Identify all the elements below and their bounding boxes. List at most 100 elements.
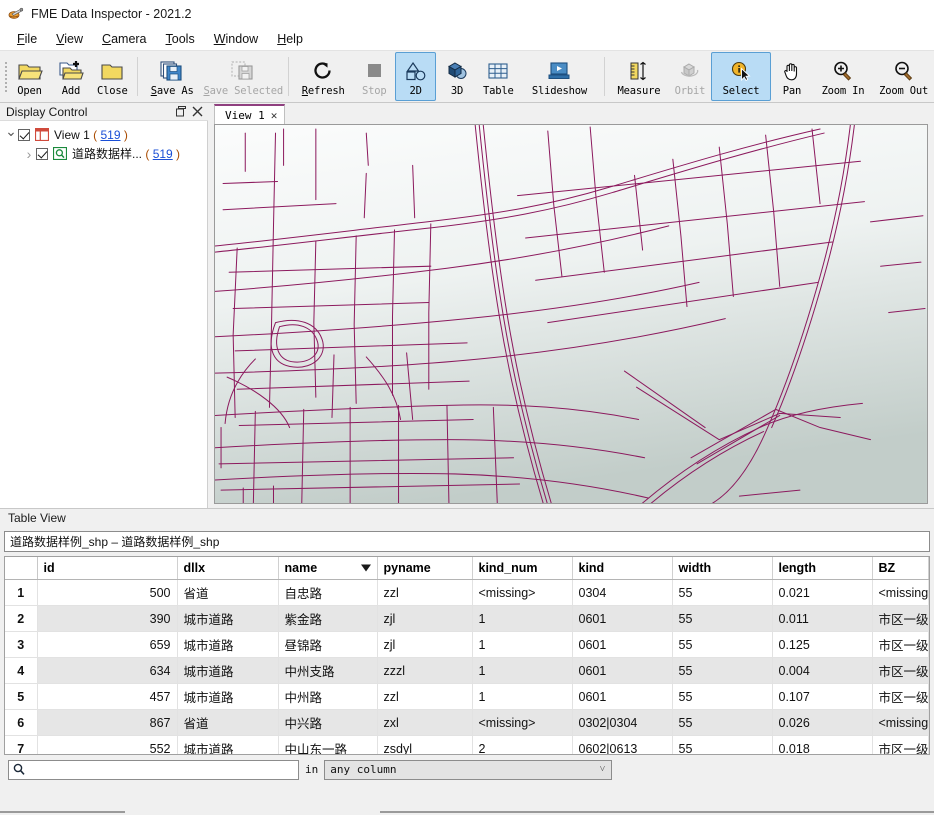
select-button-label: Select xyxy=(722,85,760,97)
chevron-right-icon[interactable] xyxy=(22,146,36,162)
pan-button[interactable]: Pan xyxy=(771,52,812,101)
search-column-select-value: any column xyxy=(330,763,397,776)
select-button[interactable]: Select xyxy=(710,52,772,101)
menu-help-rest: elp xyxy=(286,32,303,46)
view-3d-button[interactable]: 3D xyxy=(436,52,477,101)
view-tab-bar: View 1 ✕ xyxy=(208,103,934,124)
menu-camera-rest: amera xyxy=(111,32,147,46)
menu-camera[interactable]: Camera xyxy=(93,30,155,48)
table-row[interactable]: 2 390 城市道路 紫金路 zjl 1 0601 55 0.011 市区一级路 xyxy=(5,605,929,632)
search-input[interactable] xyxy=(29,761,294,778)
cell-length: 0.125 xyxy=(772,631,873,658)
tree-node-view1[interactable]: View 1 ( 519 ) xyxy=(0,125,207,144)
tab-close-icon[interactable]: ✕ xyxy=(271,109,278,122)
cell-id: 634 xyxy=(37,657,178,684)
cell-dllx: 城市道路 xyxy=(177,735,279,754)
cell-id: 390 xyxy=(37,605,178,632)
cell-bz: 市区一级路 xyxy=(872,735,929,754)
cell-width: 55 xyxy=(672,631,773,658)
col-header-pyname[interactable]: pyname xyxy=(377,557,473,580)
orbit-icon xyxy=(678,58,702,84)
cell-width: 55 xyxy=(672,605,773,632)
map-canvas[interactable] xyxy=(215,125,927,504)
tab-view-1-label: View 1 xyxy=(225,108,265,122)
table-icon xyxy=(486,58,510,84)
cell-kind: 0302|0304 xyxy=(572,709,673,736)
col-header-dllx[interactable]: dllx xyxy=(177,557,279,580)
table-row[interactable]: 1 500 省道 自忠路 zzl <missing> 0304 55 0.021… xyxy=(5,579,929,606)
menu-window-rest: indow xyxy=(225,32,259,46)
dataset-selector[interactable]: 道路数据样例_shp – 道路数据样例_shp xyxy=(4,531,930,552)
display-control-title: Display Control xyxy=(6,104,88,119)
cell-id: 867 xyxy=(37,709,178,736)
add-button[interactable]: Add xyxy=(50,52,91,101)
display-control-panel: Display Control ⌄ View 1 (519) › 道路数据样… xyxy=(0,103,208,508)
3d-icon xyxy=(445,58,469,84)
table-row[interactable]: 7 552 城市道路 中山东一路 zsdyl 2 0602|0613 55 0.… xyxy=(5,735,929,754)
view-area: View 1 ✕ xyxy=(208,103,934,508)
slideshow-button[interactable]: Slideshow xyxy=(519,52,600,101)
cell-width: 55 xyxy=(672,683,773,710)
col-header-name[interactable]: name xyxy=(278,557,378,580)
layer-checkbox[interactable] xyxy=(36,147,48,160)
layer-count-link[interactable]: 519 xyxy=(153,147,173,161)
zoom-out-icon xyxy=(892,58,916,84)
cell-dllx: 城市道路 xyxy=(177,657,279,684)
cell-kind-num: <missing> xyxy=(472,709,573,736)
tree-node-layer-count: ( 519 ) xyxy=(142,146,181,161)
add-folder-icon xyxy=(58,58,84,84)
cell-kind-num: 1 xyxy=(472,605,573,632)
close-folder-icon xyxy=(99,58,125,84)
zoom-out-button[interactable]: Zoom Out xyxy=(873,52,934,101)
menu-view[interactable]: View xyxy=(47,30,92,48)
tree-node-layer[interactable]: 道路数据样... ( 519 ) xyxy=(0,144,207,163)
table-row[interactable]: 3 659 城市道路 昼锦路 zjl 1 0601 55 0.125 市区一级路 xyxy=(5,631,929,658)
col-header-bz[interactable]: BZ xyxy=(872,557,929,580)
attribute-table: id dllx name pyname kind_num kind width … xyxy=(5,557,929,754)
save-as-button[interactable]: Save As xyxy=(142,52,203,101)
col-header-width[interactable]: width xyxy=(672,557,773,580)
col-header-kind[interactable]: kind xyxy=(572,557,673,580)
measure-button-label: Measure xyxy=(617,85,661,97)
map-canvas-container[interactable] xyxy=(214,124,928,504)
menu-help[interactable]: Help xyxy=(268,30,312,48)
search-input-wrapper[interactable] xyxy=(8,759,299,780)
col-header-id[interactable]: id xyxy=(37,557,178,580)
cell-dllx: 城市道路 xyxy=(177,631,279,658)
close-button[interactable]: Close xyxy=(92,52,133,101)
menu-window[interactable]: Window xyxy=(205,30,267,48)
chevron-down-icon[interactable] xyxy=(4,126,18,143)
cell-length: 0.026 xyxy=(772,709,873,736)
table-row[interactable]: 4 634 城市道路 中州支路 zzzl 1 0601 55 0.004 市区一… xyxy=(5,657,929,684)
view1-count-link[interactable]: 519 xyxy=(100,128,120,142)
tab-view-1[interactable]: View 1 ✕ xyxy=(214,104,286,124)
view-2d-button[interactable]: 2D xyxy=(394,52,437,101)
cell-kind-num: 1 xyxy=(472,657,573,684)
zoom-in-button[interactable]: Zoom In xyxy=(813,52,874,101)
col-header-length[interactable]: length xyxy=(772,557,873,580)
close-icon[interactable] xyxy=(189,104,205,119)
open-button[interactable]: Open xyxy=(9,52,50,101)
refresh-button[interactable]: Refresh xyxy=(293,52,354,101)
restore-window-icon[interactable] xyxy=(173,104,189,119)
pan-button-label: Pan xyxy=(782,85,802,97)
cell-kind-num: 1 xyxy=(472,683,573,710)
cell-id: 500 xyxy=(37,579,178,606)
table-row[interactable]: 5 457 城市道路 中州路 zzl 1 0601 55 0.107 市区一级路 xyxy=(5,683,929,710)
map-background xyxy=(215,125,927,503)
measure-button[interactable]: Measure xyxy=(609,52,670,101)
cell-name: 昼锦路 xyxy=(278,631,378,658)
table-button[interactable]: Table xyxy=(478,52,519,101)
search-column-select[interactable]: any column ˅ xyxy=(324,759,613,780)
orbit-button-label: Orbit xyxy=(674,85,706,97)
view1-checkbox[interactable] xyxy=(18,128,30,141)
toolbar-drag-handle[interactable] xyxy=(3,51,9,102)
pan-hand-icon xyxy=(780,58,804,84)
menu-tools[interactable]: Tools xyxy=(157,30,204,48)
col-header-kind-num[interactable]: kind_num xyxy=(472,557,573,580)
row-number: 7 xyxy=(5,735,38,754)
attribute-grid[interactable]: id dllx name pyname kind_num kind width … xyxy=(4,556,930,755)
table-row[interactable]: 6 867 省道 中兴路 zxl <missing> 0302|0304 55 … xyxy=(5,709,929,736)
menu-file[interactable]: File xyxy=(8,30,46,48)
refresh-icon xyxy=(311,58,335,84)
